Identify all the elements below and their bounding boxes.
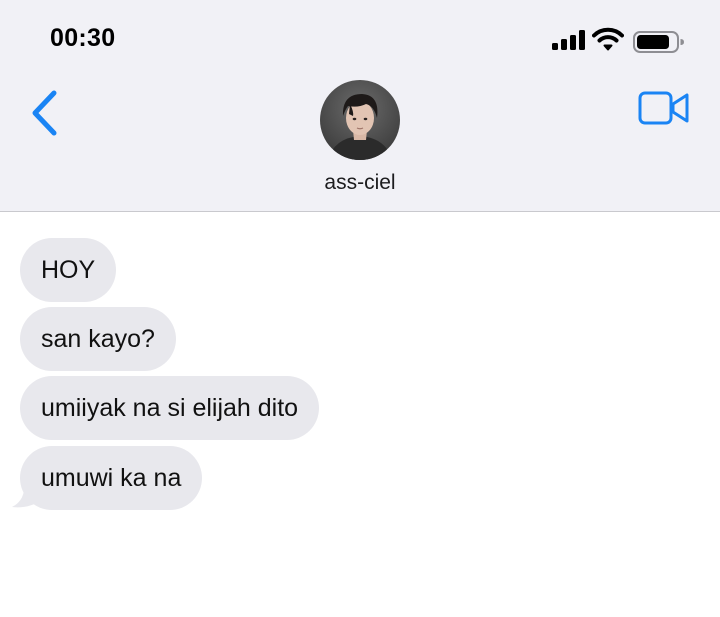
wifi-icon: [592, 27, 624, 51]
contact-name[interactable]: ass-ciel: [260, 171, 460, 195]
battery-icon: [633, 31, 684, 53]
message-bubble[interactable]: HOY: [20, 238, 117, 302]
signal-icon: [552, 30, 585, 50]
avatar-image: [320, 80, 400, 160]
chevron-left-icon: [32, 90, 57, 136]
video-camera-icon: [638, 91, 689, 125]
status-time: 00:30: [50, 24, 116, 52]
back-button[interactable]: [26, 88, 66, 138]
message-bubble[interactable]: umiiyak na si elijah dito: [20, 376, 320, 440]
video-call-button[interactable]: [638, 90, 690, 126]
message-bubble[interactable]: san kayo?: [20, 307, 176, 371]
contact-avatar[interactable]: [320, 80, 400, 160]
message-bubble[interactable]: umuwi ka na: [20, 446, 203, 510]
conversation-header: 00:30 ass-ciel: [0, 0, 720, 212]
